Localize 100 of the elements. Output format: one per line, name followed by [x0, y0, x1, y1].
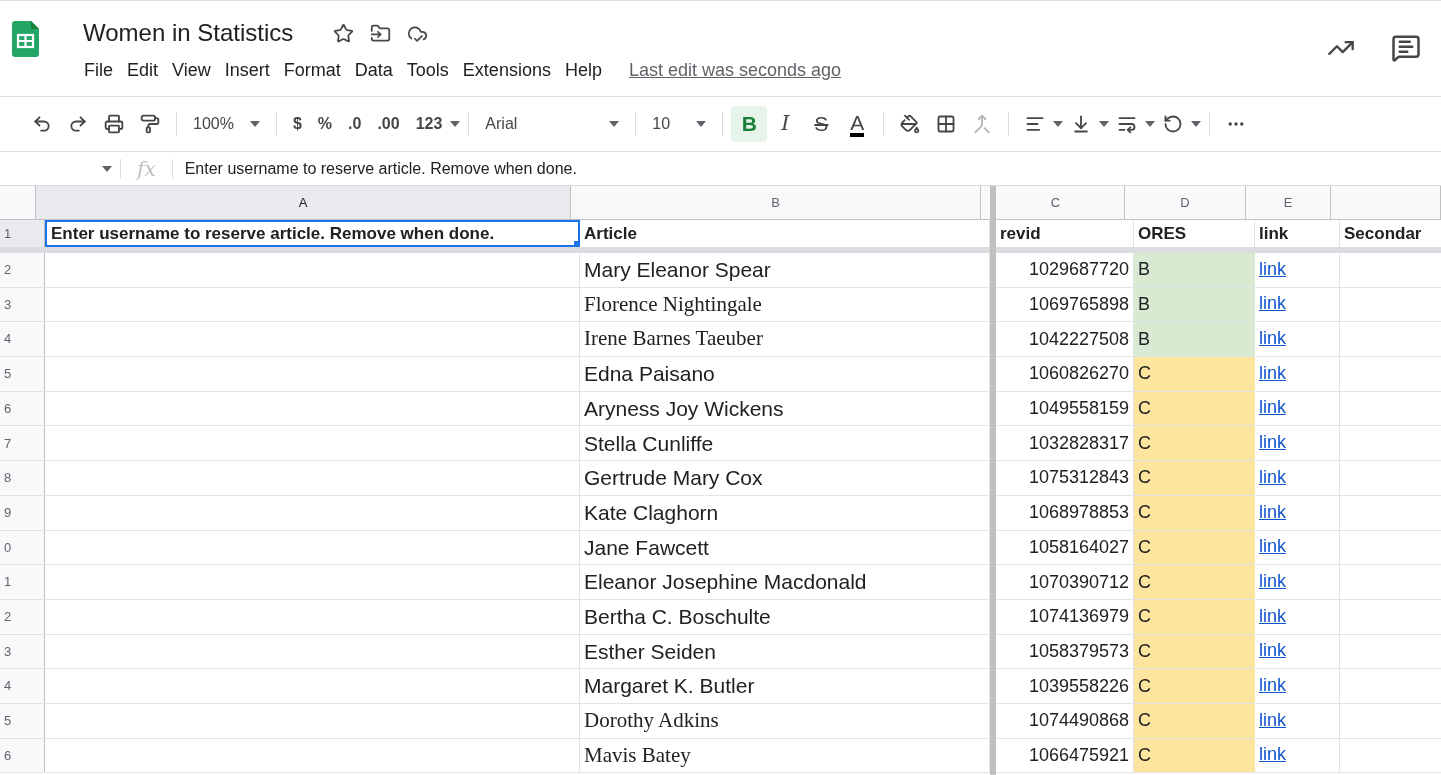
ores-cell: C [1134, 357, 1255, 391]
article-cell: Edna Paisano [580, 357, 990, 391]
revision-link[interactable]: link [1259, 602, 1286, 630]
revision-link[interactable]: link [1259, 567, 1286, 595]
row-number[interactable]: 3 [0, 634, 45, 669]
column-header[interactable]: B [571, 186, 981, 219]
ores-cell: C [1134, 495, 1255, 530]
row-number[interactable]: 7 [0, 426, 45, 461]
number-format-button[interactable]: 123 [407, 108, 451, 140]
article-cell: Margaret K. Butler [580, 669, 990, 703]
row-number[interactable]: 5 [0, 357, 45, 391]
row-number[interactable]: 4 [0, 669, 45, 703]
article-cell: Kate Claghorn [580, 495, 990, 530]
ores-cell: C [1134, 461, 1255, 495]
menu-item[interactable]: Data [347, 57, 400, 84]
revision-link[interactable]: link [1259, 290, 1286, 318]
column-header[interactable]: A [36, 186, 571, 219]
row-number[interactable]: 9 [0, 495, 45, 530]
formula-input-field[interactable]: Enter username to reserve article. Remove when done. [172, 156, 1441, 181]
revision-link[interactable]: link [1259, 706, 1286, 734]
article-cell: Florence Nightingale [580, 287, 990, 322]
row-number[interactable]: 1 [0, 220, 45, 247]
row-number[interactable]: 2 [0, 253, 45, 287]
fx-icon: fx [121, 153, 172, 184]
header-cell[interactable]: Enter username to reserve article. Remove when done. [45, 220, 580, 247]
revision-link[interactable]: link [1259, 741, 1286, 769]
text-style-button[interactable]: B [731, 106, 768, 142]
caret-icon [609, 121, 620, 127]
menu-item[interactable]: Insert [217, 57, 277, 84]
number-format-button[interactable]: .00 [369, 108, 408, 140]
menu-item[interactable]: Help [557, 57, 609, 84]
ores-cell: C [1134, 426, 1255, 461]
caret-icon [450, 121, 461, 127]
ores-cell: B [1134, 253, 1255, 287]
header-cell[interactable]: Article [580, 220, 990, 247]
menu-item[interactable]: Tools [399, 57, 456, 84]
text-style-button[interactable]: S [803, 106, 840, 142]
spreadsheet-logo-icon[interactable] [12, 21, 39, 57]
column-header[interactable]: D [1125, 186, 1246, 219]
row-number[interactable]: 8 [0, 461, 45, 495]
ores-cell: B [1134, 322, 1255, 357]
ores-cell: C [1134, 530, 1255, 565]
ores-cell: C [1134, 669, 1255, 703]
zoom-dropdown[interactable]: 100% [185, 108, 268, 140]
ores-cell: B [1134, 287, 1255, 322]
menu-item[interactable]: Extensions [455, 57, 558, 84]
font-size-dropdown[interactable]: 10 [644, 108, 715, 140]
caret-icon [1191, 121, 1202, 127]
number-format-button[interactable]: % [309, 108, 341, 140]
revision-link[interactable]: link [1259, 533, 1286, 561]
article-cell: Eleanor Josephine Macdonald [580, 565, 990, 599]
caret-icon [1145, 121, 1156, 127]
caret-icon [102, 165, 112, 172]
row-number[interactable]: 6 [0, 738, 45, 773]
ores-cell: C [1134, 391, 1255, 426]
move-folder-icon[interactable] [370, 22, 392, 44]
text-style-button[interactable]: I [767, 106, 804, 142]
menu-item[interactable]: File [77, 57, 120, 84]
font-dropdown[interactable]: Arial [477, 108, 628, 140]
row-number[interactable]: 3 [0, 287, 45, 322]
article-cell: Esther Seiden [580, 634, 990, 669]
row-number[interactable]: 6 [0, 391, 45, 426]
caret-icon [696, 121, 707, 127]
menu-item[interactable]: Format [276, 57, 348, 84]
header-cell[interactable]: link [1255, 220, 1340, 247]
caret-icon [249, 121, 260, 127]
comment-icon[interactable] [1391, 33, 1421, 63]
ores-cell: C [1134, 703, 1255, 738]
number-format-button[interactable]: .0 [340, 108, 370, 140]
article-cell: Gertrude Mary Cox [580, 461, 990, 495]
article-cell: Bertha C. Boschulte [580, 599, 990, 634]
revision-link[interactable]: link [1259, 255, 1286, 283]
text-style-button[interactable]: A [839, 106, 876, 142]
header-cell[interactable]: ORES [1134, 220, 1255, 247]
row-number[interactable]: 0 [0, 530, 45, 565]
menu-item[interactable]: Edit [120, 57, 166, 84]
last-edit-link[interactable]: Last edit was seconds ago [628, 57, 842, 84]
revision-link[interactable]: link [1259, 394, 1286, 422]
article-cell: Irene Barnes Taeuber [580, 322, 990, 357]
star-icon[interactable] [333, 22, 355, 44]
row-number[interactable]: 2 [0, 599, 45, 634]
row-number[interactable]: 1 [0, 565, 45, 599]
row-number[interactable]: 5 [0, 703, 45, 738]
revision-link[interactable]: link [1259, 498, 1286, 526]
column-header[interactable]: C [987, 186, 1125, 219]
revision-link[interactable]: link [1259, 463, 1286, 491]
row-number[interactable]: 4 [0, 322, 45, 357]
column-header[interactable]: E [1246, 186, 1331, 219]
header-cell[interactable]: Secondar [1340, 220, 1441, 247]
document-title[interactable]: Women in Statistics [83, 15, 294, 51]
revision-link[interactable]: link [1259, 429, 1286, 457]
ores-cell: C [1134, 738, 1255, 773]
header-cell[interactable]: revid [996, 220, 1134, 247]
revision-link[interactable]: link [1259, 325, 1286, 353]
revision-link[interactable]: link [1259, 637, 1286, 665]
caret-icon [1099, 121, 1110, 127]
revision-link[interactable]: link [1259, 359, 1286, 387]
number-format-button[interactable]: $ [284, 108, 310, 140]
revision-link[interactable]: link [1259, 671, 1286, 699]
menu-item[interactable]: View [165, 57, 218, 84]
